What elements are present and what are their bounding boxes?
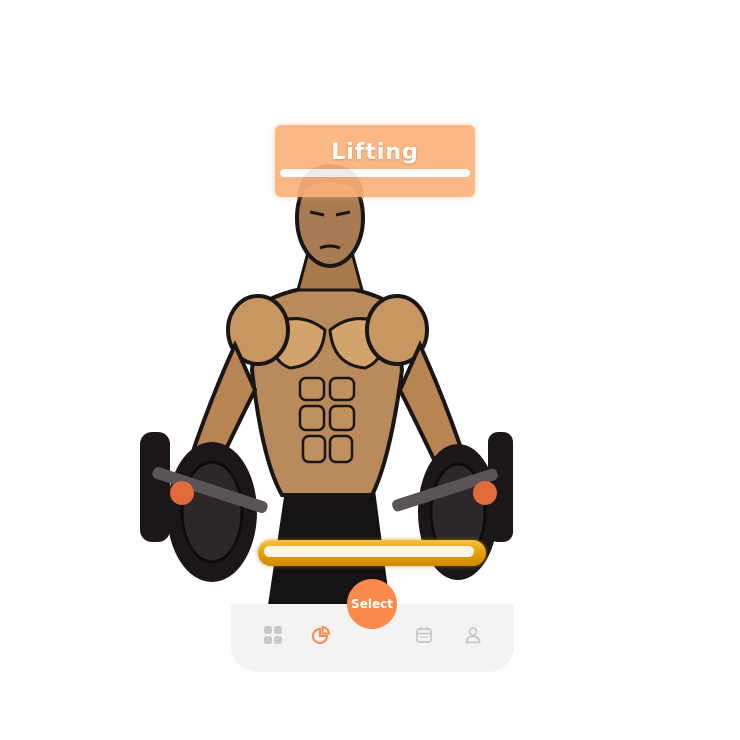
title-banner: Lifting [275, 125, 475, 197]
nav-item-calendar[interactable] [413, 624, 435, 646]
nav-item-chart[interactable] [310, 624, 332, 646]
nav-item-profile[interactable] [462, 624, 484, 646]
user-icon [465, 627, 481, 644]
left-dumbbell-shape [140, 432, 268, 582]
calendar-icon [416, 627, 432, 643]
nav-item-grid[interactable] [262, 624, 284, 646]
title-underline [280, 169, 470, 177]
chart-pie-icon [312, 625, 331, 644]
select-button-label: Select [351, 597, 393, 611]
page-title: Lifting [331, 140, 419, 165]
select-button[interactable]: Select [347, 579, 397, 629]
workout-progress-bar [258, 540, 486, 566]
bodybuilder-illustration [140, 164, 513, 605]
workout-progress-fill [264, 546, 474, 557]
grid-icon [264, 626, 282, 644]
